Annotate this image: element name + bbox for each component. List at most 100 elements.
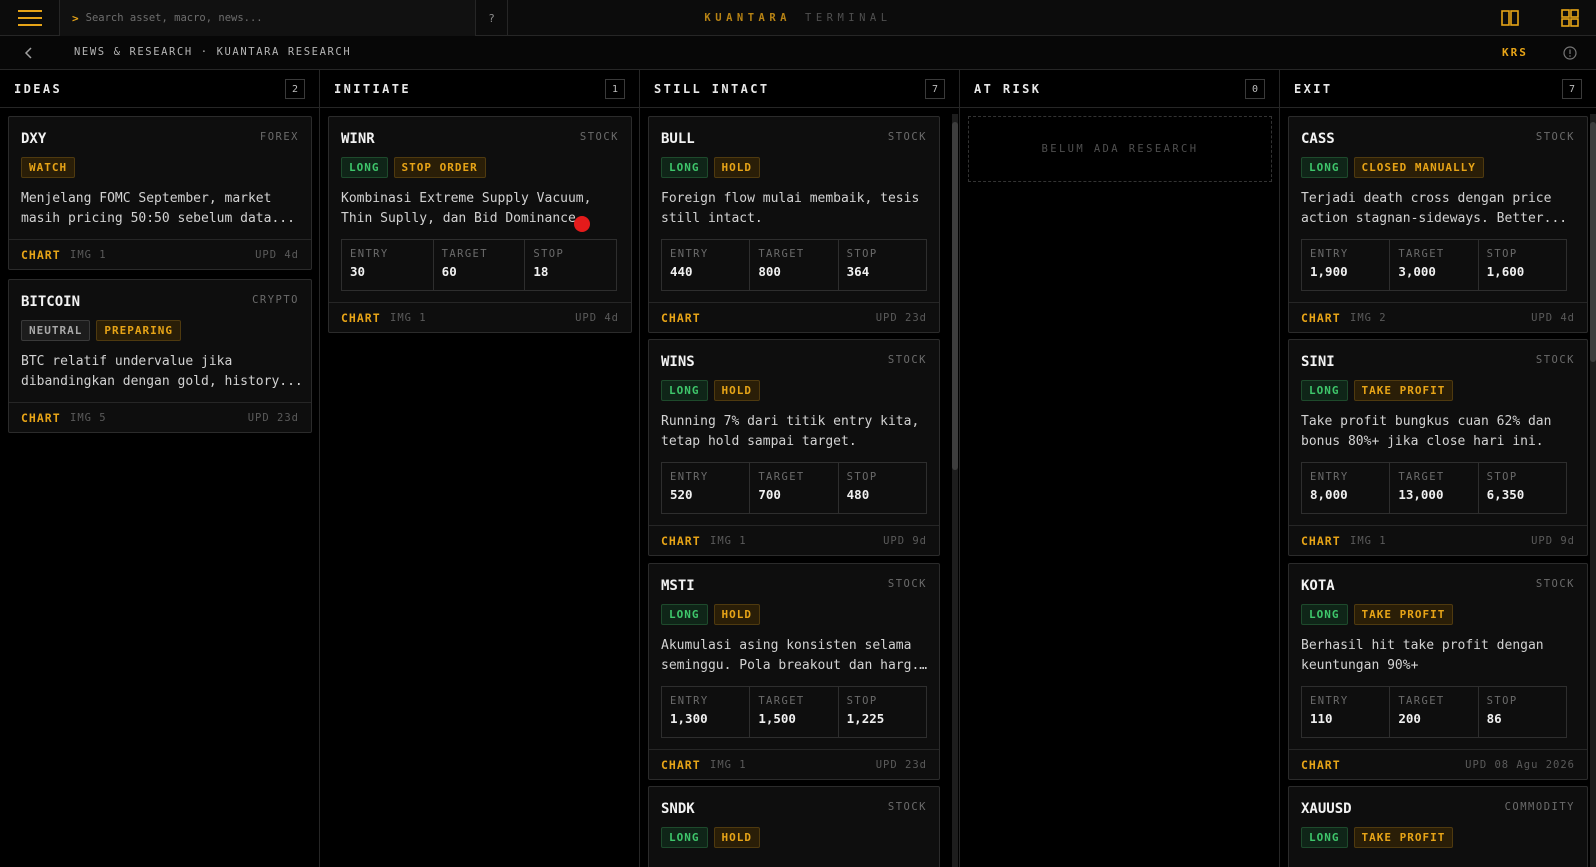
target-value: 3,000 <box>1398 264 1436 279</box>
column-ideas: IDEAS 2 DXY FOREX WATCH Menjelang FOMC S… <box>0 70 320 867</box>
updated-time: UPD 9d <box>1531 535 1575 547</box>
image-count: IMG 1 <box>70 249 107 261</box>
column-title: EXIT <box>1294 82 1333 96</box>
stop-label: STOP <box>846 471 878 483</box>
entry-label: ENTRY <box>350 248 389 260</box>
column-scrollbar[interactable] <box>952 114 958 867</box>
updated-time: UPD 08 Agu 2026 <box>1465 759 1575 771</box>
scrollbar-thumb[interactable] <box>952 122 958 470</box>
target-label: TARGET <box>758 471 805 483</box>
status-tag: PREPARING <box>96 320 181 341</box>
research-card[interactable]: BULL STOCK LONG HOLD Foreign flow mulai … <box>648 116 940 333</box>
desc-line: action stagnan-sideways. Better... <box>1301 211 1568 226</box>
target-label: TARGET <box>1398 695 1445 707</box>
chart-link[interactable]: CHART <box>661 758 701 772</box>
grid-view-icon[interactable] <box>1560 8 1580 28</box>
entry-value: 440 <box>670 264 693 279</box>
chart-link[interactable]: CHART <box>1301 758 1341 772</box>
search-input[interactable] <box>85 12 466 24</box>
chart-link[interactable]: CHART <box>661 534 701 548</box>
back-chevron-icon[interactable] <box>24 44 40 62</box>
stop-value: 364 <box>846 264 870 279</box>
direction-tag: LONG <box>661 157 708 178</box>
direction-tag: LONG <box>341 157 388 178</box>
brand-secondary: TERMINAL <box>805 12 892 24</box>
card-description: Take profit bungkus cuan 62% dan bonus 8… <box>1301 412 1579 452</box>
entry-label: ENTRY <box>670 248 709 260</box>
breadcrumb: NEWS & RESEARCH · KUANTARA RESEARCH <box>74 46 352 58</box>
hamburger-menu-icon[interactable] <box>0 0 60 36</box>
column-count: 2 <box>285 79 305 99</box>
direction-tag: LONG <box>661 380 708 401</box>
chart-link[interactable]: CHART <box>1301 311 1341 325</box>
top-bar: > ? KUANTARA TERMINAL <box>0 0 1596 36</box>
card-asset-type: STOCK <box>887 578 927 590</box>
entry-label: ENTRY <box>1310 471 1349 483</box>
chart-link[interactable]: CHART <box>1301 534 1341 548</box>
card-footer: CHART IMG 5 UPD 23d <box>9 402 311 432</box>
card-description: Running 7% dari titik entry kita, tetap … <box>661 412 931 452</box>
bias-tag: NEUTRAL <box>21 320 91 341</box>
card-symbol: BULL <box>661 131 695 147</box>
desc-line: Akumulasi asing konsisten selama <box>661 638 912 653</box>
research-card[interactable]: SNDK STOCK LONG HOLD <box>648 786 940 867</box>
target-label: TARGET <box>1398 248 1445 260</box>
card-asset-type: STOCK <box>887 131 927 143</box>
chart-link[interactable]: CHART <box>21 248 61 262</box>
target-label: TARGET <box>758 248 805 260</box>
direction-tag: LONG <box>1301 827 1348 848</box>
stop-label: STOP <box>846 248 878 260</box>
research-card[interactable]: BITCOIN CRYPTO NEUTRAL PREPARING BTC rel… <box>8 279 312 433</box>
stop-label: STOP <box>1486 695 1518 707</box>
research-card[interactable]: CASS STOCK LONG CLOSED MANUALLY Terjadi … <box>1288 116 1588 333</box>
stop-value: 480 <box>846 487 870 502</box>
desc-line: BTC relatif undervalue jika <box>21 354 233 369</box>
desc-line: keuntungan 90%+ <box>1301 658 1419 673</box>
status-tag: WATCH <box>21 157 76 178</box>
stop-label: STOP <box>846 695 878 707</box>
stop-value: 1,600 <box>1486 264 1525 279</box>
trade-levels: ENTRY 110 TARGET 200 STOP 86 <box>1301 686 1567 738</box>
research-card[interactable]: DXY FOREX WATCH Menjelang FOMC September… <box>8 116 312 270</box>
updated-time: UPD 4d <box>575 312 619 324</box>
help-button[interactable]: ? <box>476 0 508 36</box>
stop-value: 6,350 <box>1486 487 1525 502</box>
research-card[interactable]: XAUUSD COMMODITY LONG TAKE PROFIT <box>1288 786 1588 867</box>
card-asset-type: STOCK <box>579 131 619 143</box>
entry-value: 520 <box>670 487 693 502</box>
chart-link[interactable]: CHART <box>21 411 61 425</box>
desc-line: masih pricing 50:50 sebelum data... <box>21 211 295 226</box>
stop-label: STOP <box>1486 471 1518 483</box>
user-code[interactable]: KRS <box>1502 46 1528 59</box>
chart-link[interactable]: CHART <box>341 311 381 325</box>
card-description: Foreign flow mulai membaik, tesis still … <box>661 189 931 229</box>
scrollbar-thumb[interactable] <box>1590 122 1596 362</box>
column-scrollbar[interactable] <box>1590 114 1596 867</box>
card-footer: CHART IMG 1 UPD 9d <box>649 525 939 555</box>
split-view-icon[interactable] <box>1500 8 1520 28</box>
image-count: IMG 1 <box>710 759 747 771</box>
stop-value: 18 <box>533 264 549 279</box>
research-card[interactable]: MSTI STOCK LONG HOLD Akumulasi asing kon… <box>648 563 940 780</box>
target-value: 200 <box>1398 711 1421 726</box>
card-footer: CHART IMG 1 UPD 23d <box>649 749 939 779</box>
research-card[interactable]: WINS STOCK LONG HOLD Running 7% dari tit… <box>648 339 940 556</box>
column-header: INITIATE 1 <box>320 70 639 108</box>
trade-levels: ENTRY 8,000 TARGET 13,000 STOP 6,350 <box>1301 462 1567 514</box>
card-symbol: XAUUSD <box>1301 801 1352 817</box>
research-card[interactable]: SINI STOCK LONG TAKE PROFIT Take profit … <box>1288 339 1588 556</box>
stop-value: 1,225 <box>846 711 885 726</box>
chart-link[interactable]: CHART <box>661 311 701 325</box>
direction-tag: LONG <box>1301 604 1348 625</box>
updated-time: UPD 23d <box>247 412 299 424</box>
image-count: IMG 1 <box>1350 535 1387 547</box>
card-footer: CHART UPD 23d <box>649 302 939 332</box>
card-symbol: BITCOIN <box>21 294 81 310</box>
search-bar[interactable]: > <box>60 0 476 36</box>
info-icon[interactable] <box>1563 46 1577 60</box>
card-description: Terjadi death cross dengan price action … <box>1301 189 1579 229</box>
card-description: Akumulasi asing konsisten selama semingg… <box>661 636 931 676</box>
research-card[interactable]: KOTA STOCK LONG TAKE PROFIT Berhasil hit… <box>1288 563 1588 780</box>
updated-time: UPD 23d <box>875 312 927 324</box>
card-asset-type: STOCK <box>1535 578 1575 590</box>
